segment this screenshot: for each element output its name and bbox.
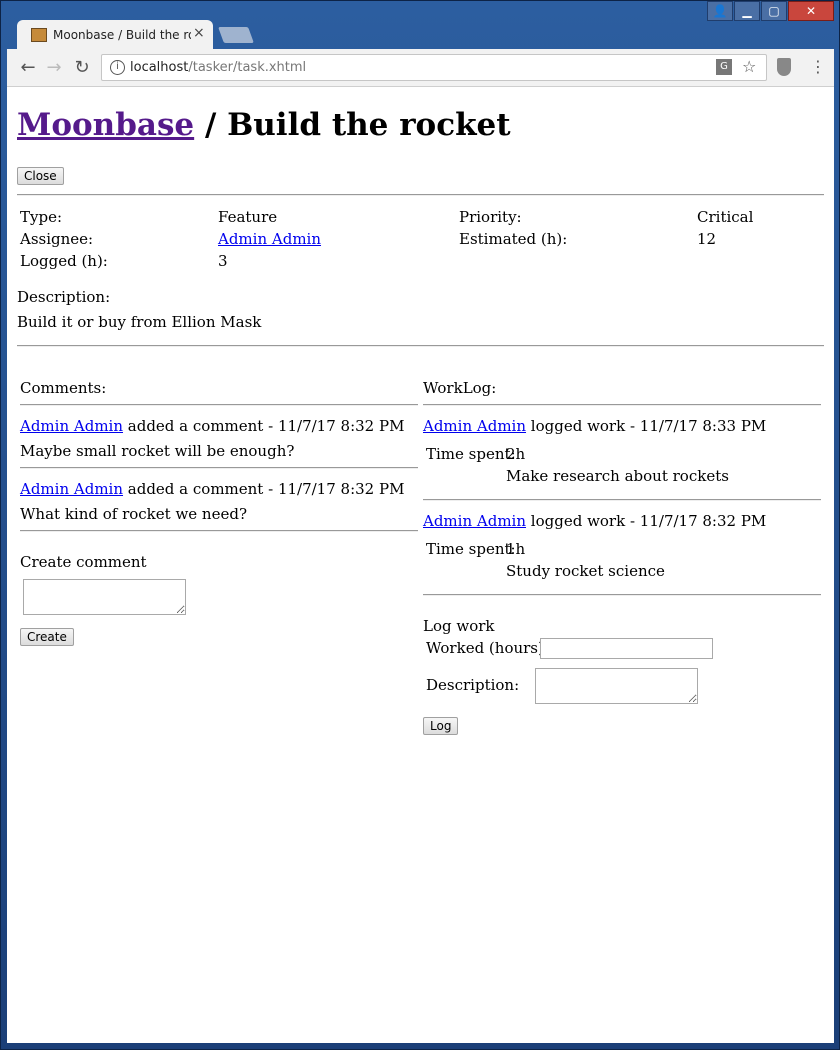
browser-toolbar: ← → ↻ i localhost/tasker/task.xhtml G ☆ … xyxy=(7,49,834,87)
worked-hours-input[interactable] xyxy=(540,638,713,659)
page-content: Moonbase / Build the rocket Close Type: … xyxy=(7,87,834,1043)
divider xyxy=(17,194,824,196)
back-icon[interactable]: ← xyxy=(17,57,39,78)
forward-icon[interactable]: → xyxy=(43,57,65,78)
info-icon[interactable]: i xyxy=(110,60,125,75)
assignee-link[interactable]: Admin Admin xyxy=(218,230,321,248)
profile-icon[interactable]: 👤 xyxy=(707,1,733,21)
worklog-author-link[interactable]: Admin Admin xyxy=(423,512,526,530)
comment-text: What kind of rocket we need? xyxy=(20,505,247,523)
url-host: localhost xyxy=(130,60,189,75)
comment-author-link[interactable]: Admin Admin xyxy=(20,480,123,498)
comments-header: Comments: xyxy=(20,379,107,397)
comment-text: Maybe small rocket will be enough? xyxy=(20,442,295,460)
type-value: Feature xyxy=(218,208,278,226)
time-spent-label: Time spent: xyxy=(426,540,516,558)
address-bar[interactable]: i localhost/tasker/task.xhtml G ☆ xyxy=(101,54,767,81)
worklog-header: WorkLog: xyxy=(423,379,497,397)
estimated-label: Estimated (h): xyxy=(459,230,568,248)
minimize-button[interactable]: ▁ xyxy=(734,1,760,21)
page-title: Moonbase / Build the rocket xyxy=(17,107,511,143)
time-spent-value: 1h xyxy=(506,540,526,558)
estimated-value: 12 xyxy=(697,230,717,248)
comment-meta: added a comment - 11/7/17 8:32 PM xyxy=(123,417,405,435)
logged-value: 3 xyxy=(218,252,228,270)
browser-tab[interactable]: Moonbase / Build the rocket × xyxy=(17,20,213,50)
new-tab-button[interactable] xyxy=(218,27,254,43)
log-description-label: Description: xyxy=(426,676,520,694)
divider xyxy=(423,594,821,596)
create-comment-label: Create comment xyxy=(20,553,147,571)
divider xyxy=(423,404,821,406)
priority-value: Critical xyxy=(697,208,754,226)
worked-hours-label: Worked (hours): xyxy=(426,639,549,657)
tab-close-icon[interactable]: × xyxy=(193,25,205,41)
worklog-meta: logged work - 11/7/17 8:32 PM xyxy=(526,512,767,530)
maximize-button[interactable]: ▢ xyxy=(761,1,787,21)
comment-textarea[interactable] xyxy=(23,579,186,615)
time-spent-value: 2h xyxy=(506,445,526,463)
url-path: /tasker/task.xhtml xyxy=(188,60,307,75)
title-bar: Moonbase / Build the rocket × 👤 ▁ ▢ ✕ xyxy=(1,1,839,50)
translate-icon[interactable]: G xyxy=(716,59,732,75)
log-description-textarea[interactable] xyxy=(535,668,698,704)
project-link[interactable]: Moonbase xyxy=(17,107,194,143)
worklog-header-line: Admin Admin logged work - 11/7/17 8:33 P… xyxy=(423,417,766,435)
log-button[interactable]: Log xyxy=(423,717,459,735)
comment-header: Admin Admin added a comment - 11/7/17 8:… xyxy=(20,480,404,498)
description-label: Description: xyxy=(17,288,111,306)
divider xyxy=(17,345,824,347)
extension-shield-icon[interactable] xyxy=(777,58,791,76)
divider xyxy=(423,499,821,501)
reload-icon[interactable]: ↻ xyxy=(71,57,93,78)
divider xyxy=(20,467,418,469)
worklog-description: Study rocket science xyxy=(506,562,665,580)
comment-header: Admin Admin added a comment - 11/7/17 8:… xyxy=(20,417,404,435)
assignee-label: Assignee: xyxy=(20,230,94,248)
worklog-header-line: Admin Admin logged work - 11/7/17 8:32 P… xyxy=(423,512,766,530)
task-title: / Build the rocket xyxy=(194,107,511,143)
browser-window: Moonbase / Build the rocket × 👤 ▁ ▢ ✕ ← … xyxy=(0,0,840,1050)
priority-label: Priority: xyxy=(459,208,522,226)
time-spent-label: Time spent: xyxy=(426,445,516,463)
worklog-meta: logged work - 11/7/17 8:33 PM xyxy=(526,417,767,435)
close-window-button[interactable]: ✕ xyxy=(788,1,834,21)
divider xyxy=(20,530,418,532)
close-button[interactable]: Close xyxy=(17,167,64,185)
log-work-label: Log work xyxy=(423,617,495,635)
worklog-description: Make research about rockets xyxy=(506,467,729,485)
description-text: Build it or buy from Ellion Mask xyxy=(17,313,262,331)
logged-label: Logged (h): xyxy=(20,252,108,270)
comment-author-link[interactable]: Admin Admin xyxy=(20,417,123,435)
divider xyxy=(20,404,418,406)
favicon-icon xyxy=(31,28,47,42)
comment-meta: added a comment - 11/7/17 8:32 PM xyxy=(123,480,405,498)
bookmark-star-icon[interactable]: ☆ xyxy=(742,57,756,76)
create-button[interactable]: Create xyxy=(20,628,74,646)
tab-title: Moonbase / Build the rocket xyxy=(53,28,191,42)
menu-icon[interactable]: ⋮ xyxy=(810,57,826,76)
url-text[interactable]: localhost/tasker/task.xhtml xyxy=(130,60,306,75)
worklog-author-link[interactable]: Admin Admin xyxy=(423,417,526,435)
type-label: Type: xyxy=(20,208,63,226)
